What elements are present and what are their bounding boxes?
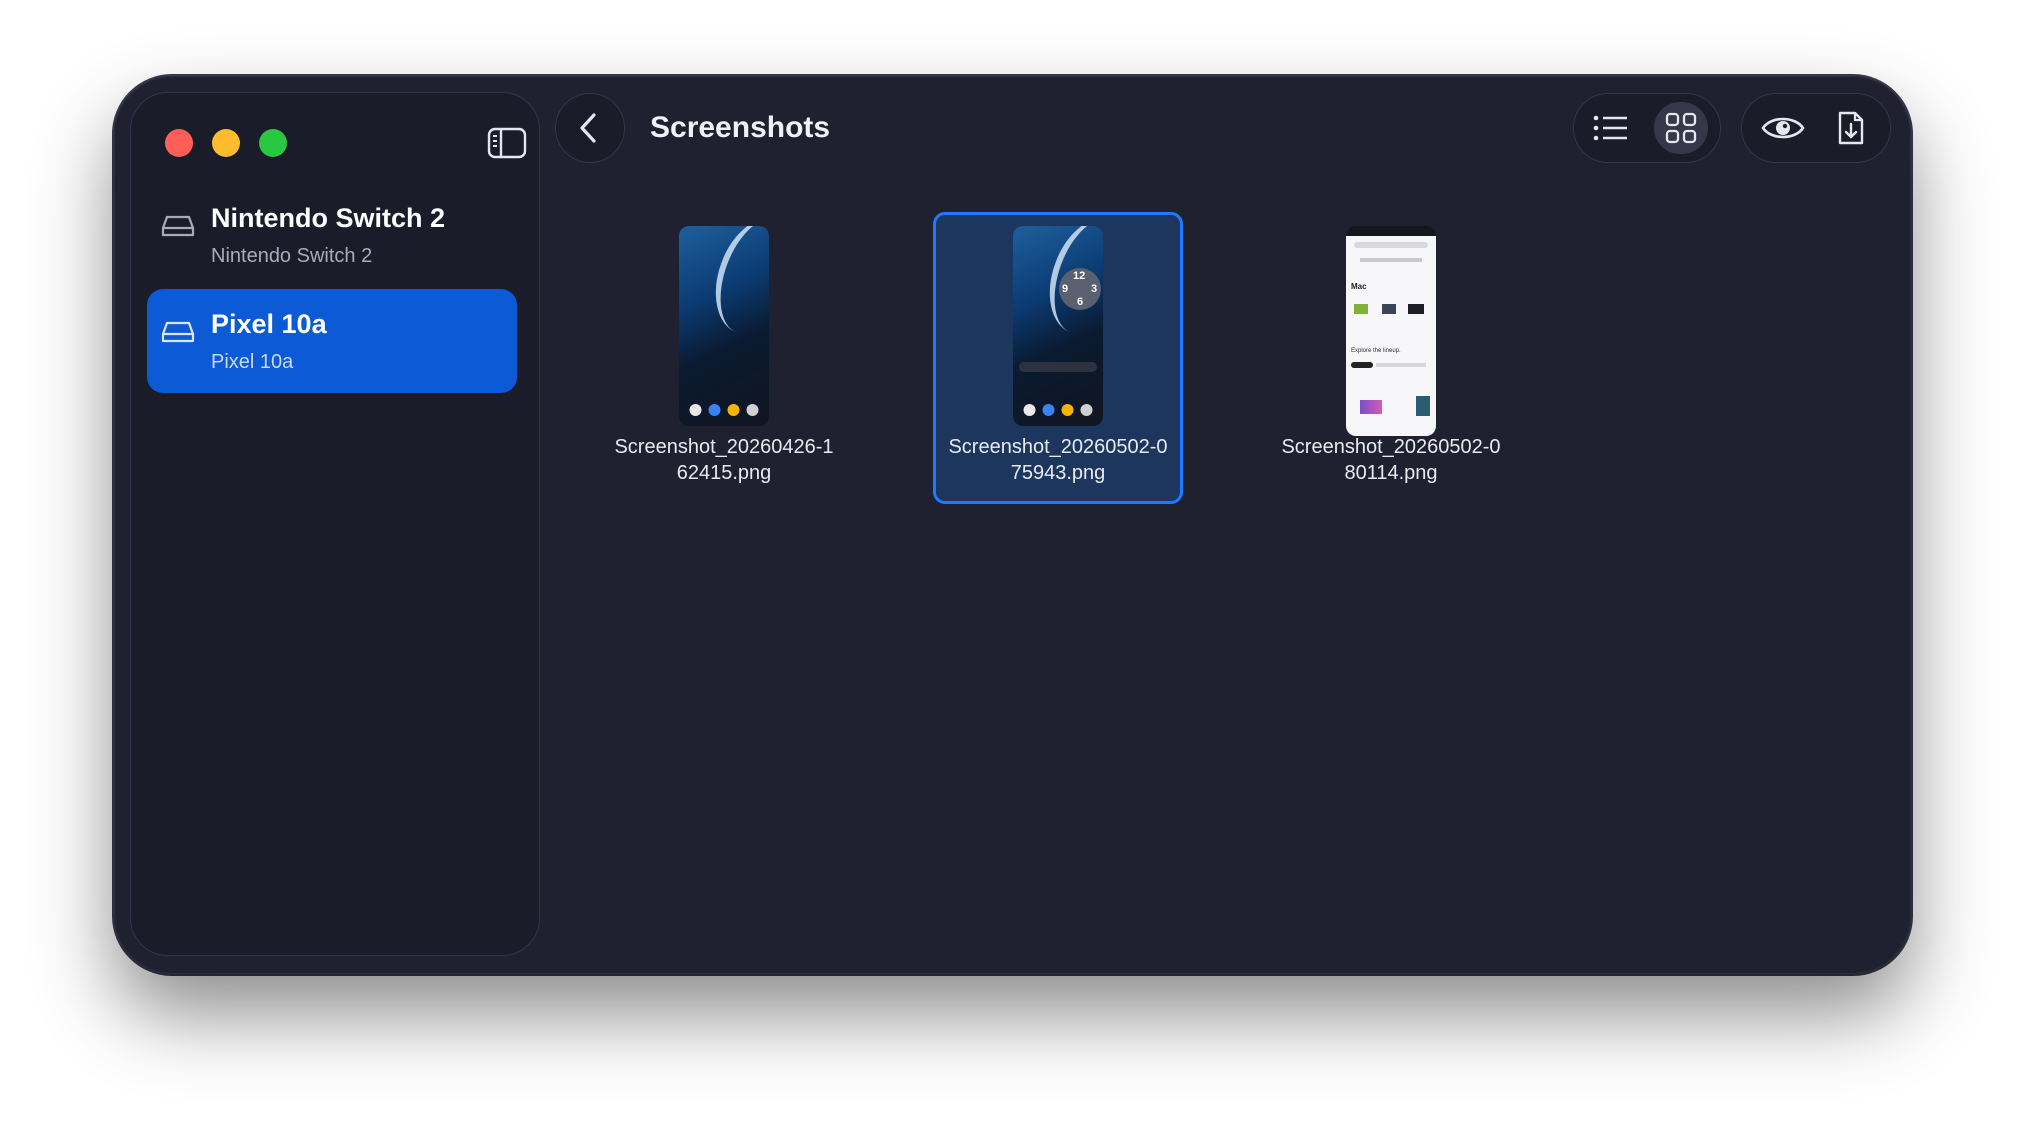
back-button[interactable] xyxy=(555,93,625,163)
download-button[interactable] xyxy=(1824,102,1878,154)
list-icon xyxy=(1593,115,1627,141)
preview-button[interactable] xyxy=(1756,102,1810,154)
file-item[interactable]: Screenshot_20260426-162415.png xyxy=(599,212,849,504)
clock-widget: 12 9 3 6 xyxy=(1059,268,1101,310)
file-thumbnail xyxy=(679,226,769,426)
sidebar-icon xyxy=(487,127,527,159)
drive-icon xyxy=(161,215,195,237)
file-name: Screenshot_20260502-075943.png xyxy=(948,436,1168,484)
device-subtitle: Pixel 10a xyxy=(211,351,294,373)
sidebar: Nintendo Switch 2 Nintendo Switch 2 Pixe… xyxy=(130,92,540,956)
file-item[interactable]: Mac Explore the lineup. Screenshot_20260… xyxy=(1266,212,1516,504)
grid-view-button[interactable] xyxy=(1654,102,1708,154)
action-buttons xyxy=(1741,93,1891,163)
file-name: Screenshot_20260426-162415.png xyxy=(614,436,834,484)
device-name: Pixel 10a xyxy=(211,309,327,339)
download-file-icon xyxy=(1838,111,1864,145)
file-thumbnail: Mac Explore the lineup. xyxy=(1346,226,1436,436)
view-mode-switcher xyxy=(1573,93,1721,163)
grid-icon xyxy=(1665,112,1697,144)
sidebar-toggle-button[interactable] xyxy=(487,127,527,159)
file-item-selected[interactable]: 12 9 3 6 Screenshot_20260502-075943.png xyxy=(933,212,1183,504)
page-title: Screenshots xyxy=(650,111,831,144)
drive-icon xyxy=(161,321,195,343)
eye-icon xyxy=(1761,117,1805,139)
app-window: Nintendo Switch 2 Nintendo Switch 2 Pixe… xyxy=(114,76,1911,974)
file-name: Screenshot_20260502-080114.png xyxy=(1281,436,1501,484)
file-thumbnail: 12 9 3 6 xyxy=(1013,226,1103,426)
list-view-button[interactable] xyxy=(1584,102,1638,154)
minimize-button[interactable] xyxy=(212,129,240,157)
sidebar-item-pixel-10a[interactable]: Pixel 10a Pixel 10a xyxy=(147,289,517,393)
close-button[interactable] xyxy=(165,129,193,157)
sidebar-item-nintendo-switch-2[interactable]: Nintendo Switch 2 Nintendo Switch 2 xyxy=(147,183,517,287)
device-name: Nintendo Switch 2 xyxy=(211,203,446,233)
device-subtitle: Nintendo Switch 2 xyxy=(211,245,373,267)
zoom-button[interactable] xyxy=(259,129,287,157)
chevron-left-icon xyxy=(579,112,596,143)
